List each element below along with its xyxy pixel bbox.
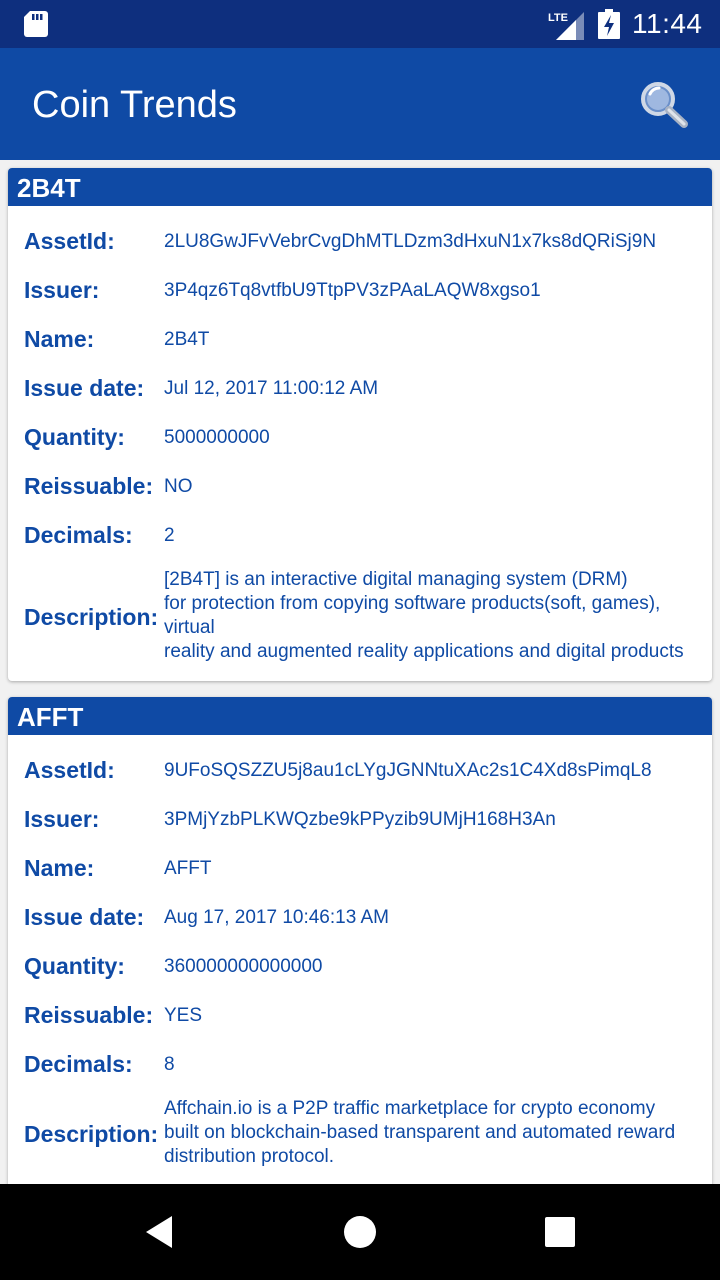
home-icon bbox=[344, 1216, 376, 1248]
quantity-value: 360000000000000 bbox=[164, 956, 323, 977]
issuer-label: Issuer: bbox=[24, 806, 100, 832]
description-line: Affchain.io is a P2P traffic marketplace… bbox=[164, 1098, 656, 1119]
description-line: distribution protocol. bbox=[164, 1146, 335, 1167]
asset-id-label: AssetId: bbox=[24, 228, 115, 254]
battery-charging-icon bbox=[598, 9, 620, 39]
card-header: AFFT bbox=[8, 697, 712, 735]
quantity-label: Quantity: bbox=[24, 424, 125, 450]
network-label: LTE bbox=[548, 12, 568, 24]
name-value: 2B4T bbox=[164, 329, 210, 350]
signal-icon: LTE bbox=[548, 12, 584, 40]
search-button[interactable] bbox=[636, 78, 692, 130]
name-label: Name: bbox=[24, 326, 95, 352]
issuer-label: Issuer: bbox=[24, 277, 100, 303]
name-value: AFFT bbox=[164, 858, 212, 879]
description-line: for protection from copying software pro… bbox=[164, 593, 661, 614]
back-button[interactable] bbox=[140, 1212, 180, 1252]
quantity-value: 5000000000 bbox=[164, 427, 270, 448]
card-header: 2B4T bbox=[8, 168, 712, 206]
description-line: [2B4T] is an interactive digital managin… bbox=[164, 569, 628, 590]
back-icon bbox=[146, 1216, 172, 1248]
home-button[interactable] bbox=[340, 1212, 380, 1252]
search-icon bbox=[641, 82, 688, 128]
status-bar: LTE 11:44 bbox=[0, 0, 720, 48]
issuer-value: 3P4qz6Tq8vtfbU9TtpPV3zPAaLAQW8xgso1 bbox=[164, 280, 541, 301]
issue-date-label: Issue date: bbox=[24, 375, 145, 401]
reissuable-value: YES bbox=[164, 1005, 203, 1026]
asset-list[interactable]: 2B4T AssetId: 2LU8GwJFvVebrCvgDhMTLDzm3d… bbox=[0, 160, 720, 1184]
asset-id-label: AssetId: bbox=[24, 757, 115, 783]
clock: 11:44 bbox=[632, 8, 703, 39]
reissuable-value: NO bbox=[164, 476, 193, 497]
reissuable-label: Reissuable: bbox=[24, 473, 154, 499]
description-value: Affchain.io is a P2P traffic marketplace… bbox=[164, 1097, 712, 1169]
description-line: virtual bbox=[164, 617, 215, 638]
app-title: Coin Trends bbox=[32, 84, 237, 126]
name-label: Name: bbox=[24, 855, 95, 881]
navigation-bar bbox=[0, 1184, 720, 1280]
issue-date-value: Jul 12, 2017 11:00:12 AM bbox=[164, 378, 379, 399]
asset-card-2b4t[interactable]: 2B4T AssetId: 2LU8GwJFvVebrCvgDhMTLDzm3d… bbox=[8, 168, 712, 681]
issue-date-label: Issue date: bbox=[24, 904, 145, 930]
description-label: Description: bbox=[24, 604, 159, 630]
app-bar: Coin Trends bbox=[0, 48, 720, 160]
decimals-value: 8 bbox=[164, 1054, 175, 1075]
recents-button[interactable] bbox=[540, 1212, 580, 1252]
description-value: [2B4T] is an interactive digital managin… bbox=[164, 568, 712, 664]
description-line: reality and augmented reality applicatio… bbox=[164, 641, 684, 662]
sd-card-icon bbox=[24, 11, 48, 37]
issue-date-value: Aug 17, 2017 10:46:13 AM bbox=[164, 907, 390, 928]
description-label: Description: bbox=[24, 1121, 159, 1147]
recents-icon bbox=[545, 1217, 575, 1247]
quantity-label: Quantity: bbox=[24, 953, 125, 979]
decimals-label: Decimals: bbox=[24, 1051, 133, 1077]
description-line: built on blockchain-based transparent an… bbox=[164, 1122, 676, 1143]
reissuable-label: Reissuable: bbox=[24, 1002, 154, 1028]
asset-id-value: 9UFoSQSZZU5j8au1cLYgJGNNtuXAc2s1C4Xd8sPi… bbox=[164, 760, 652, 781]
decimals-label: Decimals: bbox=[24, 522, 133, 548]
issuer-value: 3PMjYzbPLKWQzbe9kPPyzib9UMjH168H3An bbox=[164, 809, 556, 830]
asset-card-afft[interactable]: AFFT AssetId: 9UFoSQSZZU5j8au1cLYgJGNNtu… bbox=[8, 697, 712, 1184]
asset-id-value: 2LU8GwJFvVebrCvgDhMTLDzm3dHxuN1x7ks8dQRi… bbox=[164, 231, 657, 252]
decimals-value: 2 bbox=[164, 525, 175, 546]
